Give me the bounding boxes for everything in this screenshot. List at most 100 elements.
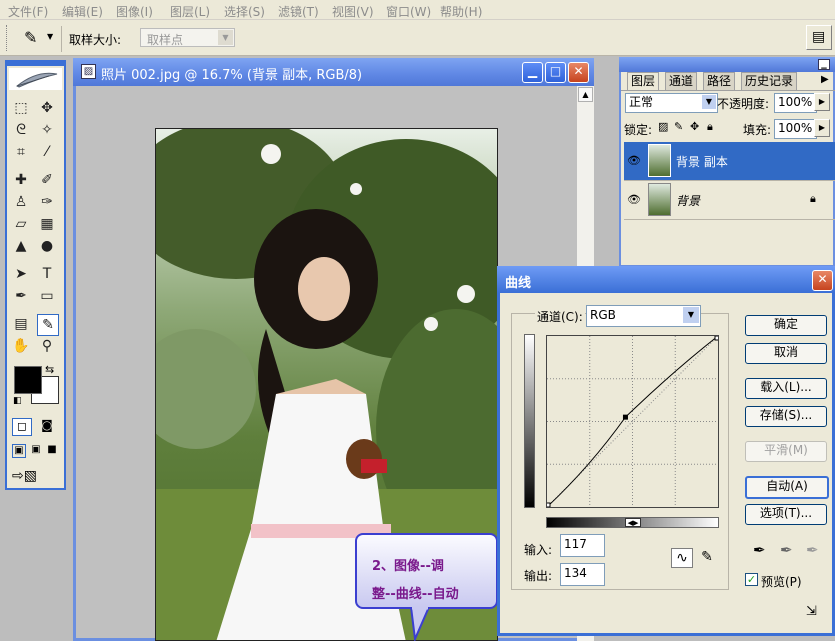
- dodge-tool-icon[interactable]: ●: [37, 236, 57, 256]
- save-button[interactable]: 存储(S)...: [745, 406, 827, 427]
- document-title-bar[interactable]: ▨ 照片 002.jpg @ 16.7% (背景 副本, RGB/8) ▁ □ …: [73, 58, 594, 86]
- input-label: 输入:: [524, 543, 553, 557]
- lock-transparency-icon[interactable]: ▨: [658, 120, 668, 133]
- tab-history[interactable]: 历史记录: [741, 72, 798, 90]
- close-icon: ✕: [573, 64, 584, 78]
- curves-dialog: 曲线 ✕ 通道(C): RGB ▼ ◀▶ 输入: 117 输出: 134 ∿ ✎…: [497, 266, 835, 636]
- tab-channels[interactable]: 通道: [665, 72, 698, 90]
- zoom-tool-icon[interactable]: ⚲: [37, 336, 57, 356]
- shape-tool-icon[interactable]: ▭: [37, 286, 57, 306]
- gradient-tool-icon[interactable]: ▦: [37, 214, 57, 234]
- lock-image-icon[interactable]: ✎: [674, 120, 683, 133]
- auto-button[interactable]: 自动(A): [745, 476, 829, 499]
- default-colors-icon[interactable]: ◧: [13, 396, 22, 406]
- options-button[interactable]: 选项(T)...: [745, 504, 827, 525]
- healing-brush-icon[interactable]: ✚: [11, 170, 31, 190]
- maximize-icon: □: [549, 64, 562, 78]
- screen-mode-full-menu-icon[interactable]: ▣: [29, 444, 43, 458]
- standard-mode-icon[interactable]: ◻: [12, 418, 32, 436]
- jump-to-imageready-icon[interactable]: ⇨▧: [12, 468, 56, 486]
- move-tool-icon[interactable]: ✥: [37, 98, 57, 118]
- visibility-eye-icon[interactable]: 👁︎: [627, 154, 641, 167]
- screen-mode-standard-icon[interactable]: ▣: [12, 444, 26, 458]
- layer-row[interactable]: 👁︎ 背景 🔒︎: [624, 181, 835, 220]
- gray-eyedropper-icon[interactable]: ✒: [780, 541, 793, 559]
- black-eyedropper-icon[interactable]: ✒: [753, 541, 766, 559]
- menu-help[interactable]: 帮助(H): [440, 3, 482, 20]
- curve-draw-mode-icon[interactable]: ∿: [671, 548, 693, 568]
- palette-well-button[interactable]: ▤: [806, 25, 832, 50]
- lock-position-icon[interactable]: ✥: [690, 120, 699, 133]
- pen-tool-icon[interactable]: ✒: [11, 286, 31, 306]
- brush-tool-icon[interactable]: ✐: [37, 170, 57, 190]
- fill-slider-button[interactable]: ▶: [814, 119, 830, 137]
- menu-edit[interactable]: 编辑(E): [62, 3, 103, 20]
- curve-control-point[interactable]: [622, 414, 628, 420]
- menu-window[interactable]: 窗口(W): [386, 3, 431, 20]
- expand-dialog-icon[interactable]: ⇲: [806, 604, 817, 619]
- fill-input[interactable]: 100%: [774, 119, 817, 139]
- channel-select[interactable]: RGB ▼: [586, 305, 701, 327]
- screen-mode-full-icon[interactable]: ■: [45, 444, 59, 458]
- cancel-button[interactable]: 取消: [745, 343, 827, 364]
- input-tone-bar: ◀▶: [546, 517, 719, 528]
- pencil-draw-mode-icon[interactable]: ✎: [697, 548, 717, 568]
- scroll-up-icon[interactable]: ▲: [578, 87, 593, 102]
- curve-endpoint-bottom[interactable]: [545, 502, 551, 508]
- sample-size-select[interactable]: 取样点 ▼: [140, 28, 235, 47]
- curve-endpoint-top[interactable]: [714, 335, 720, 341]
- input-field[interactable]: 117: [560, 534, 605, 557]
- opacity-slider-button[interactable]: ▶: [814, 93, 830, 111]
- quick-mask-icon[interactable]: ◙: [37, 418, 57, 436]
- close-button[interactable]: ✕: [568, 62, 589, 83]
- eraser-tool-icon[interactable]: ▱: [11, 214, 31, 234]
- eyedropper-tool-icon[interactable]: ✎: [37, 314, 59, 336]
- curves-title: 曲线: [505, 276, 532, 291]
- lock-all-icon[interactable]: 🔒︎: [707, 120, 713, 134]
- tool-preset-picker[interactable]: ✎ ▼: [20, 26, 58, 50]
- menu-filter[interactable]: 滤镜(T): [278, 3, 319, 20]
- preview-checkbox[interactable]: ✓: [745, 573, 758, 586]
- crop-tool-icon[interactable]: ⌗: [11, 142, 31, 162]
- curve-graph[interactable]: [545, 335, 720, 508]
- palette-menu-icon[interactable]: ▶: [821, 74, 829, 85]
- tone-toggle-icon[interactable]: ◀▶: [625, 518, 641, 527]
- menu-layer[interactable]: 图层(L): [170, 3, 210, 20]
- swap-colors-icon[interactable]: ⇆: [45, 363, 54, 376]
- curves-close-button[interactable]: ✕: [812, 270, 833, 291]
- notes-tool-icon[interactable]: ▤: [11, 314, 31, 334]
- visibility-eye-icon[interactable]: 👁︎: [627, 193, 641, 206]
- smooth-button[interactable]: 平滑(M): [745, 441, 827, 462]
- white-eyedropper-icon[interactable]: ✒: [806, 541, 819, 559]
- curves-title-bar[interactable]: 曲线 ✕: [497, 266, 835, 293]
- collapse-palette-icon[interactable]: ▁: [818, 59, 830, 70]
- blur-tool-icon[interactable]: ▲: [11, 236, 31, 256]
- menu-select[interactable]: 选择(S): [224, 3, 265, 20]
- minimize-button[interactable]: ▁: [522, 62, 543, 83]
- layers-title-bar[interactable]: ▁: [619, 57, 835, 72]
- type-tool-icon[interactable]: T: [37, 264, 57, 284]
- opacity-input[interactable]: 100%: [774, 93, 817, 113]
- magic-wand-icon[interactable]: ✧: [37, 120, 57, 140]
- options-gripper[interactable]: [6, 25, 10, 51]
- menu-view[interactable]: 视图(V): [332, 3, 374, 20]
- load-button[interactable]: 载入(L)...: [745, 378, 827, 399]
- tab-layers[interactable]: 图层: [627, 72, 660, 90]
- clone-stamp-icon[interactable]: ♙: [11, 192, 31, 212]
- lasso-tool-icon[interactable]: ᘓ: [11, 120, 31, 140]
- maximize-button[interactable]: □: [545, 62, 566, 83]
- slice-tool-icon[interactable]: ⁄: [37, 142, 57, 162]
- path-selection-icon[interactable]: ➤: [11, 264, 31, 284]
- ok-button[interactable]: 确定: [745, 315, 827, 336]
- menu-file[interactable]: 文件(F): [8, 3, 48, 20]
- tab-paths[interactable]: 路径: [703, 72, 736, 90]
- output-field[interactable]: 134: [560, 563, 605, 586]
- history-brush-icon[interactable]: ✑: [37, 192, 57, 212]
- hand-tool-icon[interactable]: ✋: [11, 336, 31, 356]
- foreground-color-swatch[interactable]: [14, 366, 42, 394]
- photoshop-feather-logo[interactable]: [9, 68, 62, 90]
- marquee-tool-icon[interactable]: ⬚: [11, 98, 31, 118]
- blend-mode-select[interactable]: 正常 ▼: [625, 93, 718, 113]
- menu-image[interactable]: 图像(I): [116, 3, 153, 20]
- layer-row[interactable]: 👁︎ 背景 副本: [624, 142, 835, 181]
